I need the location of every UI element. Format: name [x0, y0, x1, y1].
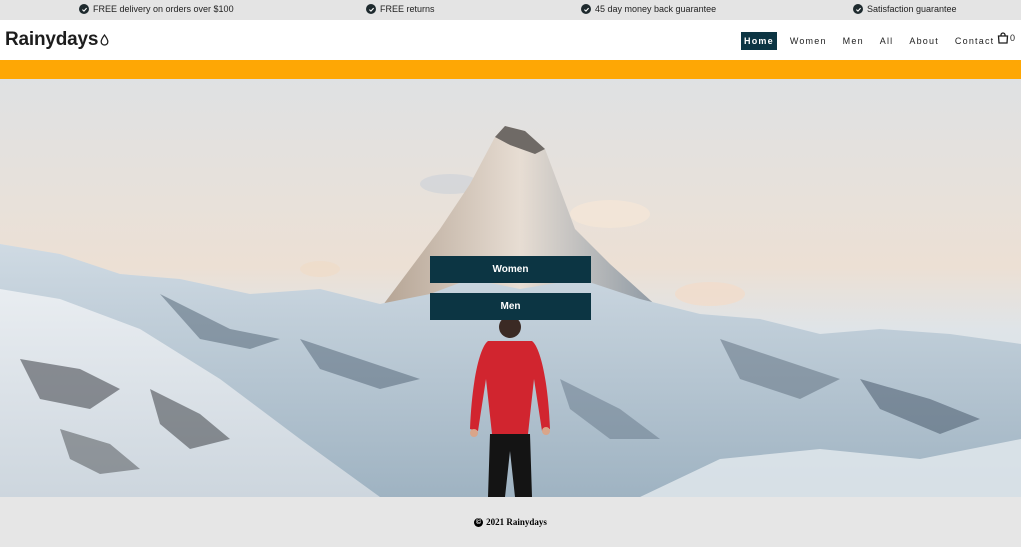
check-circle-icon [366, 4, 376, 14]
perk-label: FREE delivery on orders over $100 [93, 4, 234, 14]
site-header: Rainydays Home Women Men All About Conta… [0, 20, 1021, 60]
info-bar: FREE delivery on orders over $100 FREE r… [0, 0, 1021, 20]
nav-women[interactable]: Women [787, 33, 830, 49]
nav-contact[interactable]: Contact [952, 33, 997, 49]
cart-count: 0 [1010, 33, 1016, 43]
perk-label: 45 day money back guarantee [595, 4, 717, 14]
shop-men-button[interactable]: Men [430, 293, 591, 320]
logo-text: Rainydays [5, 29, 99, 50]
check-circle-icon [581, 4, 591, 14]
check-circle-icon [79, 4, 89, 14]
hero-mountain-image [0, 126, 1021, 497]
main-nav: Home Women Men All About Contact [741, 32, 1007, 50]
hero-banner: Women Men [0, 79, 1021, 497]
accent-strip [0, 60, 1021, 79]
copyright-icon: © [474, 517, 484, 527]
shopping-bag-icon [997, 32, 1009, 44]
nav-about[interactable]: About [906, 33, 942, 49]
perk-satisfaction: Satisfaction guarantee [853, 4, 957, 14]
site-footer: © 2021 Rainydays [0, 497, 1021, 547]
nav-men[interactable]: Men [840, 33, 867, 49]
shop-women-button[interactable]: Women [430, 256, 591, 283]
footer-copyright: 2021 Rainydays [486, 517, 547, 527]
check-circle-icon [853, 4, 863, 14]
perk-free-returns: FREE returns [366, 4, 435, 14]
perk-label: FREE returns [380, 4, 435, 14]
nav-all[interactable]: All [877, 33, 897, 49]
cart-button[interactable]: 0 [997, 32, 1015, 44]
raindrop-icon [100, 34, 109, 46]
nav-home[interactable]: Home [741, 32, 777, 50]
site-logo[interactable]: Rainydays [5, 29, 109, 51]
perk-label: Satisfaction guarantee [867, 4, 957, 14]
perk-free-delivery: FREE delivery on orders over $100 [79, 4, 234, 14]
perk-money-back: 45 day money back guarantee [581, 4, 716, 14]
